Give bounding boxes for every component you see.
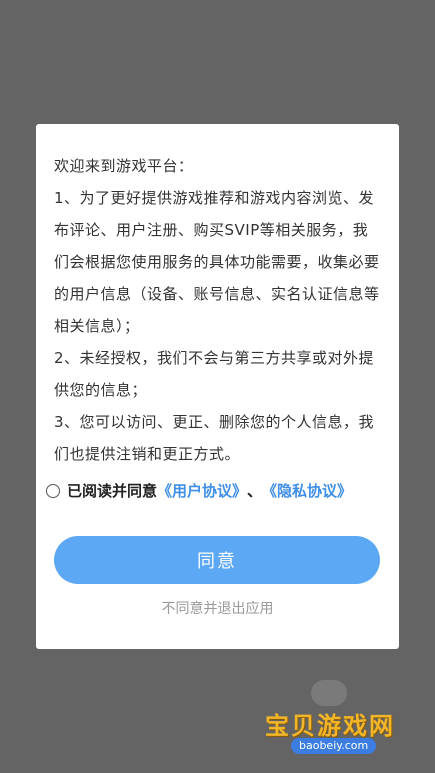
greeting-text: 欢迎来到游戏平台：	[54, 157, 194, 175]
consent-row: 已阅读并同意 《用户协议》 、 《隐私协议》	[46, 480, 352, 501]
consent-separator: 、	[247, 482, 263, 500]
terms-item-3: 3、您可以访问、更正、删除您的个人信息，我们也提供注销和更正方式。	[54, 413, 375, 463]
watermark-title: 宝贝游戏网	[265, 712, 395, 740]
terms-item-1: 1、为了更好提供游戏推荐和游戏内容浏览、发布评论、用户注册、购买SVIP等相关服…	[54, 189, 380, 335]
consent-label: 已阅读并同意	[67, 482, 158, 500]
consent-radio[interactable]	[46, 483, 60, 498]
user-agreement-link[interactable]: 《用户协议》	[157, 480, 247, 501]
dialog-content: 欢迎来到游戏平台： 1、为了更好提供游戏推荐和游戏内容浏览、发布评论、用户注册、…	[54, 150, 381, 470]
agree-button[interactable]: 同意	[54, 536, 380, 584]
watermark-logo: 宝贝游戏网 baobeiy.com	[255, 680, 415, 760]
gamepad-icon	[311, 680, 347, 706]
privacy-dialog: 欢迎来到游戏平台： 1、为了更好提供游戏推荐和游戏内容浏览、发布评论、用户注册、…	[36, 124, 399, 649]
terms-item-2: 2、未经授权，我们不会与第三方共享或对外提供您的信息；	[54, 349, 375, 399]
privacy-agreement-link[interactable]: 《隐私协议》	[262, 480, 352, 501]
reject-exit-link[interactable]: 不同意并退出应用	[36, 598, 399, 618]
watermark-url: baobeiy.com	[291, 738, 377, 754]
